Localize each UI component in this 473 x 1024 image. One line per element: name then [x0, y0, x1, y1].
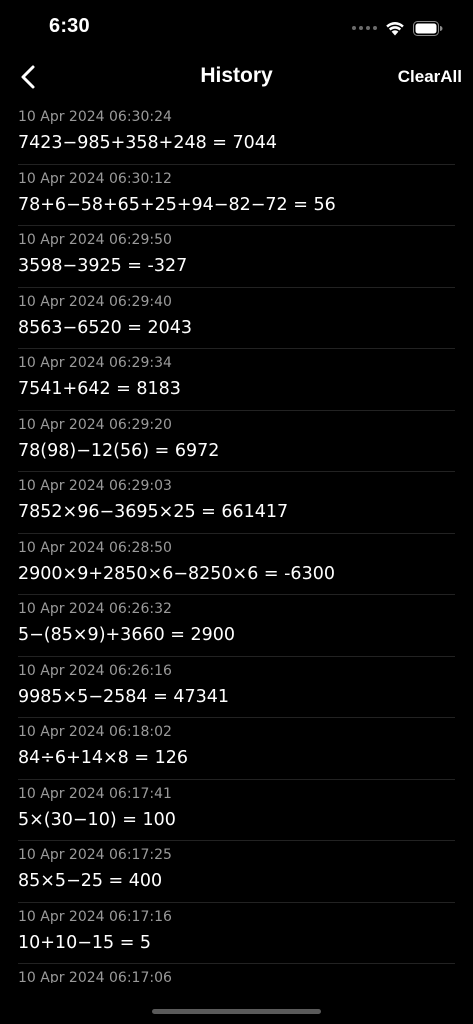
history-expression: 3598−3925 = -327 [18, 256, 188, 276]
history-row[interactable]: 10 Apr 2024 06:29:20 78(98)−12(56) = 6972 [18, 411, 455, 472]
history-timestamp: 10 Apr 2024 06:17:25 [18, 847, 172, 863]
navigation-bar: History ClearAll [0, 54, 473, 100]
home-indicator[interactable] [152, 1009, 321, 1014]
history-row[interactable]: 10 Apr 2024 06:30:24 7423−985+358+248 = 7… [18, 103, 455, 165]
signal-dots-icon [352, 26, 377, 30]
status-time: 6:30 [49, 15, 90, 37]
history-row[interactable]: 10 Apr 2024 06:17:25 85×5−25 = 400 [18, 841, 455, 903]
history-expression: 10+10−15 = 5 [18, 932, 152, 953]
history-timestamp: 10 Apr 2024 06:18:02 [18, 724, 172, 740]
history-timestamp: 10 Apr 2024 06:17:06 [18, 970, 172, 983]
history-expression: 2900×9+2850×6−8250×6 = -6300 [18, 563, 335, 584]
clear-all-button[interactable]: ClearAll [398, 67, 462, 87]
history-row[interactable]: 10 Apr 2024 06:28:50 2900×9+2850×6−8250×6… [18, 534, 455, 595]
history-row[interactable]: 10 Apr 2024 06:29:50 3598−3925 = -327 [18, 226, 455, 288]
history-timestamp: 10 Apr 2024 06:26:16 [18, 662, 172, 679]
history-row[interactable]: 10 Apr 2024 06:30:12 78+6−58+65+25+94−82−… [18, 165, 455, 226]
history-row[interactable]: 10 Apr 2024 06:17:41 5×(30−10) = 100 [18, 780, 455, 841]
history-expression: 9985×5−2584 = 47341 [18, 686, 229, 707]
history-expression: 84÷6+14×8 = 126 [18, 748, 188, 768]
history-expression: 78(98)−12(56) = 6972 [18, 440, 220, 461]
history-timestamp: 10 Apr 2024 06:29:40 [18, 293, 172, 310]
history-expression: 7541+642 = 8183 [18, 379, 181, 399]
history-timestamp: 10 Apr 2024 06:29:50 [18, 232, 172, 248]
history-timestamp: 10 Apr 2024 06:26:32 [18, 601, 172, 617]
history-row[interactable]: 10 Apr 2024 06:26:16 9985×5−2584 = 47341 [18, 657, 455, 718]
history-timestamp: 10 Apr 2024 06:28:50 [18, 539, 172, 556]
status-icons [352, 18, 443, 38]
history-row[interactable]: 10 Apr 2024 06:29:03 7852×96−3695×25 = 66… [18, 472, 455, 534]
history-row[interactable]: 10 Apr 2024 06:26:32 5−(85×9)+3660 = 2900 [18, 595, 455, 657]
history-row[interactable]: 10 Apr 2024 06:29:40 8563−6520 = 2043 [18, 288, 455, 349]
history-expression: 8563−6520 = 2043 [18, 317, 193, 338]
history-row[interactable]: 10 Apr 2024 06:17:16 10+10−15 = 5 [18, 903, 455, 964]
history-timestamp: 10 Apr 2024 06:29:20 [18, 416, 172, 433]
history-timestamp: 10 Apr 2024 06:17:16 [18, 908, 172, 925]
status-bar: 6:30 [0, 0, 473, 54]
history-expression: 85×5−25 = 400 [18, 871, 163, 891]
wifi-icon [386, 21, 404, 35]
battery-icon [413, 20, 443, 36]
history-expression: 7423−985+358+248 = 7044 [18, 133, 278, 153]
history-list[interactable]: 10 Apr 2024 06:30:24 7423−985+358+248 = 7… [0, 103, 473, 983]
history-expression: 5×(30−10) = 100 [18, 809, 176, 830]
history-timestamp: 10 Apr 2024 06:30:24 [18, 109, 172, 125]
history-timestamp: 10 Apr 2024 06:29:34 [18, 355, 172, 371]
history-row[interactable]: 10 Apr 2024 06:18:02 84÷6+14×8 = 126 [18, 718, 455, 780]
history-expression: 7852×96−3695×25 = 661417 [18, 502, 289, 522]
history-expression: 5−(85×9)+3660 = 2900 [18, 625, 236, 645]
history-timestamp: 10 Apr 2024 06:17:41 [18, 785, 172, 802]
history-expression: 78+6−58+65+25+94−82−72 = 56 [18, 194, 336, 215]
history-row[interactable]: 10 Apr 2024 06:29:34 7541+642 = 8183 [18, 349, 455, 411]
history-timestamp: 10 Apr 2024 06:30:12 [18, 170, 172, 187]
history-row[interactable]: 10 Apr 2024 06:17:06 [18, 964, 455, 983]
history-timestamp: 10 Apr 2024 06:29:03 [18, 478, 172, 494]
